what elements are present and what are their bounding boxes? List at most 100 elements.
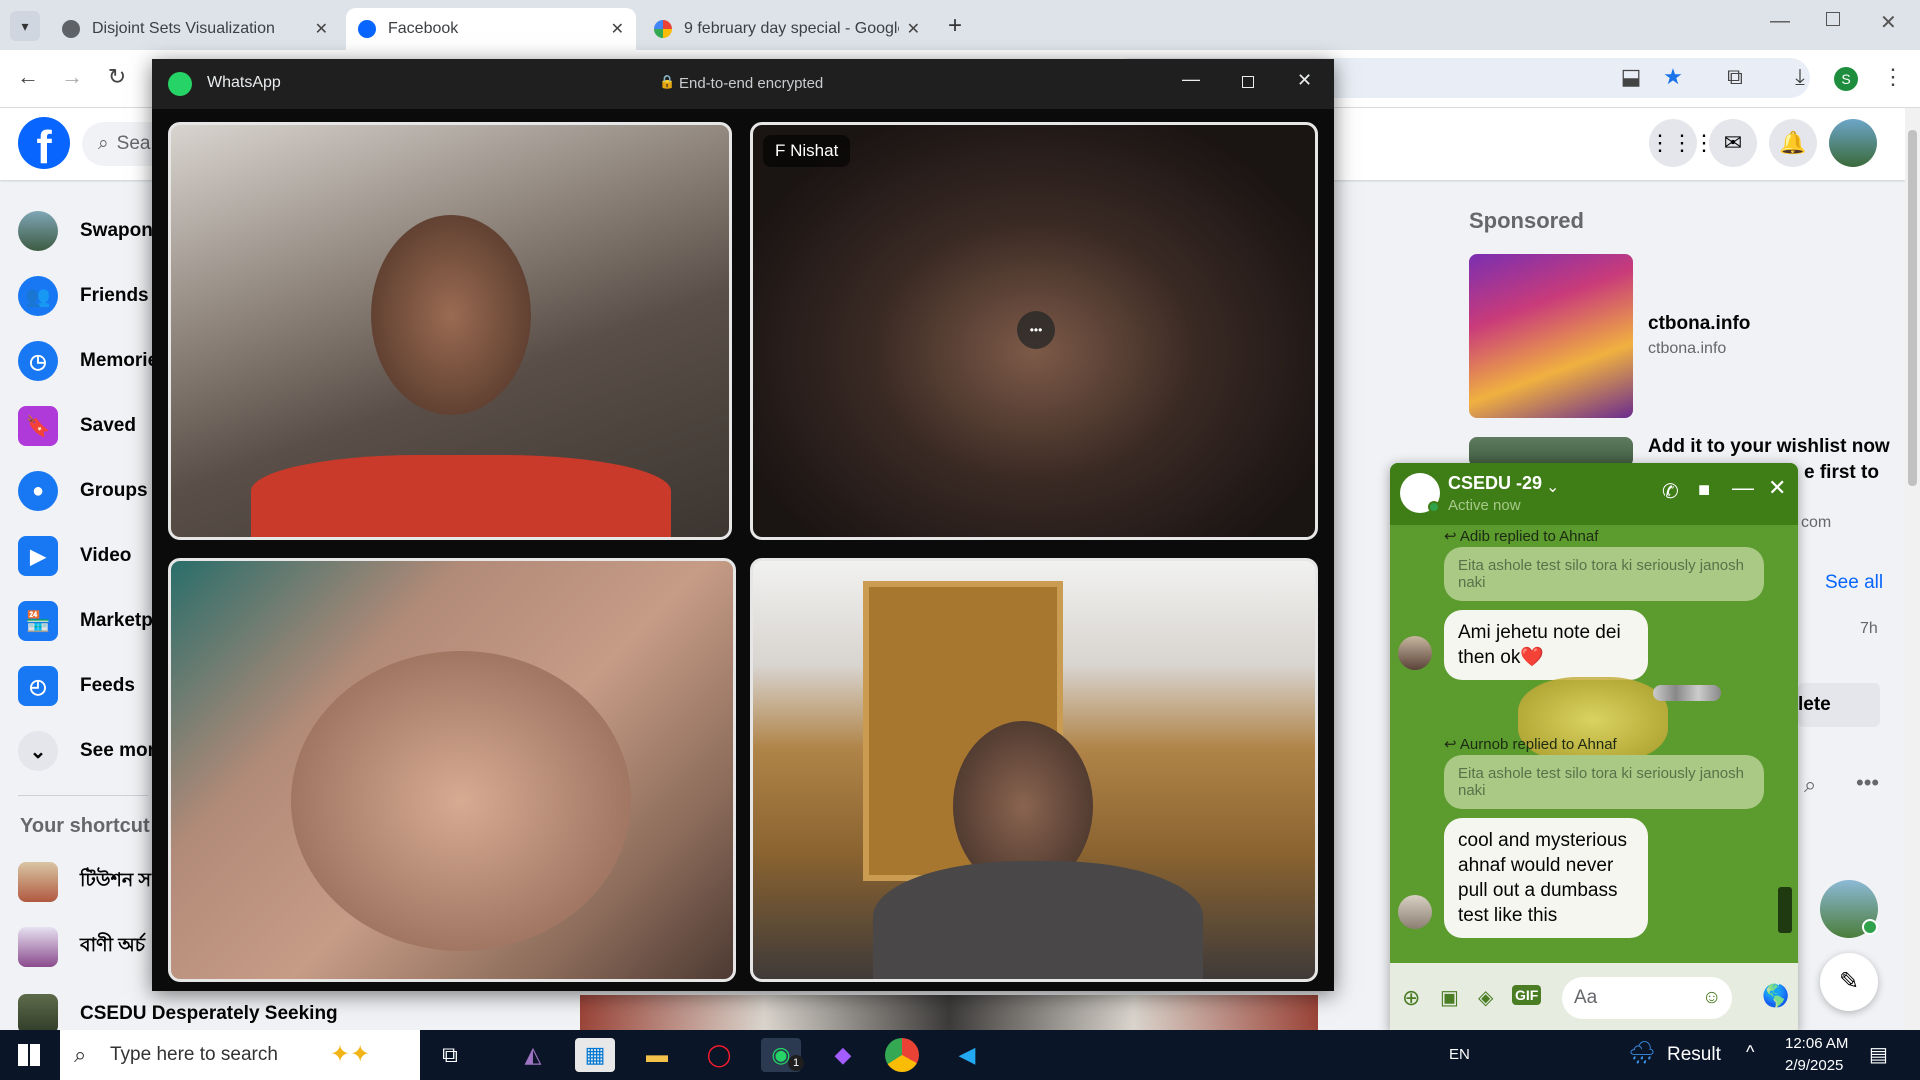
download-icon[interactable]: ⤓ [1785, 64, 1815, 90]
whatsapp-logo-icon [168, 72, 192, 96]
sidebar-item-feeds[interactable]: ◴ Feeds [18, 660, 135, 712]
tab-facebook[interactable]: Facebook ✕ [346, 8, 636, 50]
store-icon[interactable]: ▦ [575, 1038, 615, 1072]
opera-icon[interactable]: ◯ [699, 1038, 739, 1072]
maximize-icon[interactable] [1242, 76, 1254, 88]
read-receipts [1653, 685, 1721, 701]
vscode-icon[interactable]: ◀ [947, 1038, 987, 1072]
quoted-message[interactable]: Eita ashole test silo tora ki seriously … [1444, 755, 1764, 809]
video-call-icon[interactable]: ■ [1698, 479, 1710, 502]
chrome-icon[interactable] [885, 1038, 919, 1072]
action-center-icon[interactable]: ▤ [1869, 1042, 1888, 1067]
chrome-menu-icon[interactable]: ⋮ [1878, 64, 1908, 90]
language-indicator[interactable]: EN [1449, 1046, 1470, 1063]
participant-options-button[interactable]: ••• [1017, 311, 1055, 349]
online-indicator [1862, 919, 1878, 935]
chat-scrollbar-thumb[interactable] [1778, 887, 1792, 933]
video-tile[interactable] [168, 558, 736, 982]
quoted-message[interactable]: Eita ashole test silo tora ki seriously … [1444, 547, 1764, 601]
video-tile[interactable] [750, 558, 1318, 982]
online-indicator [1428, 501, 1440, 513]
sidebar-item-memories[interactable]: ◷ Memorie [18, 335, 158, 387]
sidebar-item-video[interactable]: ▶ Video [18, 530, 131, 582]
shortcut-item[interactable]: টিউশন স [18, 856, 151, 908]
video-tile[interactable]: F Nishat ••• [750, 122, 1318, 540]
messenger-icon[interactable]: ✉ [1709, 119, 1757, 167]
minimize-chat-icon[interactable]: — [1732, 475, 1754, 501]
extensions-icon[interactable]: ⧉ [1720, 64, 1750, 90]
sidebar-item-profile[interactable]: Swapon [18, 205, 153, 257]
close-tab-icon[interactable]: ✕ [315, 19, 328, 39]
message-input[interactable]: Aa ☺ [1562, 977, 1732, 1019]
shortcut-item[interactable]: বাণী অর্চ [18, 921, 145, 973]
message-bubble[interactable]: cool and mysterious ahnaf would never pu… [1444, 818, 1648, 938]
sender-avatar[interactable] [1398, 895, 1432, 929]
tab-disjoint-sets[interactable]: Disjoint Sets Visualization ✕ [50, 8, 340, 50]
chat-header[interactable]: CSEDU -29 ⌄ Active now ✆ ■ — ✕ [1390, 463, 1798, 525]
file-explorer-icon[interactable]: ▬ [637, 1038, 677, 1072]
window-restore-icon[interactable] [1826, 12, 1840, 26]
sidebar-item-see-more[interactable]: ⌄ See mor [18, 725, 155, 777]
profile-avatar[interactable]: S [1834, 67, 1858, 91]
contacts-search-icon[interactable]: ⌕ [1804, 772, 1816, 798]
chevron-down-icon[interactable]: ⌄ [1546, 477, 1559, 497]
sidebar-item-friends[interactable]: 👥 Friends [18, 270, 149, 322]
reload-icon[interactable]: ↻ [101, 64, 133, 90]
clock-time[interactable]: 12:06 AM [1785, 1035, 1848, 1052]
close-tab-icon[interactable]: ✕ [907, 19, 920, 39]
taskbar-search-input[interactable]: ⌕ Type here to search ✦✦ [60, 1030, 420, 1080]
whatsapp-titlebar: WhatsApp 🔒 End-to-end encrypted — ✕ [152, 59, 1334, 109]
ad-image[interactable] [1469, 254, 1633, 418]
back-icon[interactable]: ← [12, 64, 44, 90]
memories-icon: ◷ [18, 341, 58, 381]
tray-overflow-icon[interactable]: ^ [1746, 1042, 1754, 1063]
ad-title[interactable]: Add it to your wishlist now [1648, 436, 1890, 458]
ad-domain: com [1801, 514, 1832, 531]
photo-icon[interactable]: ▣ [1440, 985, 1459, 1010]
gif-icon[interactable]: GIF [1512, 985, 1542, 1005]
bookmark-star-icon[interactable]: ★ [1658, 64, 1688, 90]
app-title: WhatsApp [207, 74, 281, 91]
sidebar-item-groups[interactable]: ● Groups [18, 465, 148, 517]
scrollbar-thumb[interactable] [1908, 130, 1917, 486]
divider [18, 795, 148, 796]
tab-google-search[interactable]: 9 february day special - Google ✕ [642, 8, 932, 50]
close-chat-icon[interactable]: ✕ [1768, 475, 1786, 501]
minimize-icon[interactable]: — [1182, 69, 1200, 90]
delete-button[interactable]: lete [1798, 683, 1880, 727]
account-avatar[interactable] [1829, 119, 1877, 167]
close-icon[interactable]: ✕ [1297, 70, 1312, 91]
install-app-icon[interactable]: ⬓ [1616, 64, 1646, 90]
messenger-taskbar-icon[interactable]: ◆ [823, 1038, 863, 1072]
new-message-button[interactable]: ✎ [1820, 953, 1878, 1011]
chat-name[interactable]: CSEDU -29 [1448, 473, 1542, 494]
message-bubble[interactable]: Ami jehetu note dei then ok❤️ [1444, 610, 1648, 680]
clock-date[interactable]: 2/9/2025 [1785, 1057, 1843, 1074]
sticker-icon[interactable]: ◈ [1478, 985, 1493, 1010]
emoji-icon[interactable]: ☺ [1702, 977, 1721, 1019]
notifications-bell-icon[interactable]: 🔔 [1769, 119, 1817, 167]
window-minimize-icon[interactable]: — [1770, 10, 1790, 33]
tab-search-dropdown[interactable]: ▾ [10, 11, 40, 41]
reaction-emoji-icon[interactable]: 🌎 [1762, 983, 1789, 1009]
phone-call-icon[interactable]: ✆ [1662, 479, 1679, 504]
close-tab-icon[interactable]: ✕ [611, 19, 624, 39]
new-tab-button[interactable]: + [948, 12, 962, 40]
sidebar-item-marketplace[interactable]: 🏪 Marketp [18, 595, 153, 647]
more-options-icon[interactable]: ••• [1856, 770, 1879, 796]
windows-start-icon[interactable] [18, 1044, 40, 1066]
see-all-link[interactable]: See all [1825, 572, 1883, 594]
task-view-icon[interactable]: ⧉ [430, 1038, 470, 1072]
ad-title[interactable]: ctbona.info [1648, 313, 1750, 335]
weather-icon: 🌧 [1628, 1040, 1656, 1065]
forward-icon[interactable]: → [56, 64, 88, 90]
menu-grid-icon[interactable]: ⋮⋮⋮ [1649, 119, 1715, 167]
sender-avatar[interactable] [1398, 636, 1432, 670]
video-tile[interactable] [168, 122, 732, 540]
facebook-logo[interactable]: f [18, 117, 70, 173]
weather-widget[interactable]: Result [1667, 1044, 1721, 1066]
plus-icon[interactable]: ⊕ [1402, 985, 1420, 1011]
window-close-icon[interactable]: ✕ [1880, 10, 1897, 35]
sidebar-item-saved[interactable]: 🔖 Saved [18, 400, 136, 452]
visual-studio-icon[interactable]: ◭ [513, 1038, 553, 1072]
